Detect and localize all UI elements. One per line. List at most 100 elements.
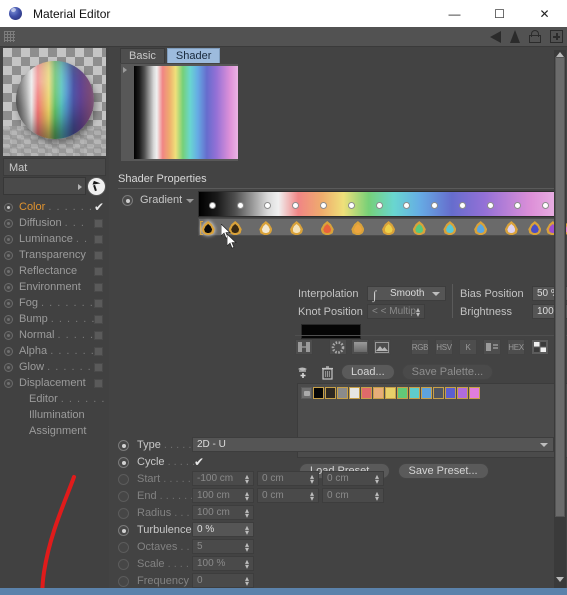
param-checkbox[interactable]: ✔ [194, 455, 204, 469]
gradient-sample-dot[interactable] [319, 202, 327, 209]
palette-swatch[interactable] [469, 387, 480, 399]
hsv-mode-button[interactable]: HSV [435, 339, 453, 355]
arrow-up-icon[interactable] [510, 30, 520, 43]
channel-row-diffusion[interactable]: Diffusion . . . [0, 215, 109, 231]
channel-row-fog[interactable]: Fog . . . . . . . . [0, 295, 109, 311]
param-dropdown[interactable]: 2D - U [192, 437, 554, 452]
palette-swatch[interactable] [445, 387, 456, 399]
mixer-mode-button[interactable] [483, 339, 501, 355]
channel-swatch[interactable] [94, 346, 103, 356]
channel-led[interactable] [4, 282, 13, 292]
channel-swatch[interactable] [94, 362, 103, 372]
hex-mode-button[interactable]: HEX [507, 339, 525, 355]
channel-led[interactable] [4, 202, 13, 212]
spinner-icon[interactable]: ▴ ▾ [244, 507, 250, 520]
spinner-icon[interactable]: ▴ ▾ [244, 558, 250, 571]
channel-swatch[interactable] [94, 266, 103, 276]
param-field[interactable]: 0 cm ▴ ▾ [322, 471, 384, 486]
gradient-knot[interactable] [228, 221, 242, 235]
palette-swatch[interactable] [385, 387, 396, 399]
panel-item-assignment[interactable]: Assignment [0, 423, 109, 439]
gradient-bar[interactable] [198, 191, 561, 217]
channel-swatch[interactable] [94, 314, 103, 324]
palette-swatch[interactable] [313, 387, 324, 399]
trash-icon[interactable] [321, 365, 334, 380]
channel-led[interactable] [4, 362, 13, 372]
gradient-sample-dot[interactable] [542, 202, 550, 209]
spinner-icon[interactable]: ▴ ▾ [374, 473, 380, 486]
tab-shader[interactable]: Shader [166, 48, 221, 63]
gradient-knot[interactable] [528, 221, 542, 235]
spinner-icon[interactable]: ▴ ▾ [244, 541, 250, 554]
plus-box-icon[interactable] [550, 30, 563, 43]
param-field[interactable]: 0 cm ▴ ▾ [322, 488, 384, 503]
channel-row-alpha[interactable]: Alpha . . . . . . [0, 343, 109, 359]
spinner-icon[interactable]: ▴ ▾ [244, 490, 250, 503]
close-button[interactable]: ✕ [522, 0, 567, 27]
new-swatch-icon[interactable] [297, 365, 314, 380]
gradient-knot[interactable] [504, 221, 518, 235]
gradient-knot[interactable] [290, 221, 304, 235]
param-enable-led[interactable] [118, 508, 129, 519]
channel-row-reflectance[interactable]: Reflectance [0, 263, 109, 279]
channel-swatch[interactable] [94, 218, 103, 228]
channel-checkmark[interactable]: ✔ [92, 200, 106, 214]
palette-swatch[interactable] [325, 387, 336, 399]
split-view-icon[interactable] [295, 339, 313, 355]
spinner-icon[interactable]: ▴ ▾ [309, 490, 315, 503]
palette-swatch[interactable] [457, 387, 468, 399]
channel-swatch[interactable] [94, 298, 103, 308]
palette-swatch[interactable] [361, 387, 372, 399]
spinner-icon[interactable]: ▴ ▾ [244, 524, 250, 537]
palette-swatch[interactable] [421, 387, 432, 399]
lock-open-icon[interactable] [529, 30, 541, 43]
gradient-sample-dot[interactable] [514, 202, 522, 209]
param-enable-led[interactable] [118, 440, 129, 451]
gradient-sample-dot[interactable] [347, 202, 355, 209]
channel-swatch[interactable] [94, 330, 103, 340]
shader-preview[interactable] [121, 64, 238, 161]
channel-swatch[interactable] [94, 378, 103, 388]
channel-led[interactable] [4, 346, 13, 356]
rgb-mode-button[interactable]: RGB [411, 339, 429, 355]
gradient-sample-dot[interactable] [486, 202, 494, 209]
spinner-icon[interactable]: ▴ ▾ [309, 473, 315, 486]
spinner-icon[interactable]: ▴ ▾ [415, 306, 421, 319]
palette-swatch[interactable] [397, 387, 408, 399]
param-enable-led[interactable] [118, 559, 129, 570]
kelvin-mode-button[interactable]: K [459, 339, 477, 355]
gradient-sample-dot[interactable] [292, 202, 300, 209]
param-field[interactable]: 100 % ▴ ▾ [192, 556, 254, 571]
gradient-knot[interactable] [201, 221, 215, 235]
spinner-icon[interactable]: ▴ ▾ [244, 473, 250, 486]
channel-led[interactable] [4, 266, 13, 276]
palette-swatch[interactable] [337, 387, 348, 399]
minimize-button[interactable]: — [432, 0, 477, 27]
channel-swatch[interactable] [94, 250, 103, 260]
swatches-mode-button[interactable] [531, 339, 549, 355]
channel-row-glow[interactable]: Glow . . . . . . . [0, 359, 109, 375]
channel-row-bump[interactable]: Bump . . . . . . [0, 311, 109, 327]
preview-expand-icon[interactable] [123, 67, 127, 73]
material-name-field[interactable]: Mat [3, 158, 106, 176]
search-input[interactable] [3, 177, 86, 195]
param-field[interactable]: 0 ▴ ▾ [192, 573, 254, 588]
spinner-icon[interactable]: ▴ ▾ [244, 575, 250, 588]
channel-row-luminance[interactable]: Luminance . . [0, 231, 109, 247]
load-palette-button[interactable]: Load... [341, 364, 395, 380]
panel-item-editor[interactable]: Editor . . . . . . [0, 391, 109, 407]
gradient-knot[interactable] [351, 221, 365, 235]
gradient-knot[interactable] [474, 221, 488, 235]
gradient-knot[interactable] [443, 221, 457, 235]
channel-row-normal[interactable]: Normal . . . . . [0, 327, 109, 343]
gradient-sample-dot[interactable] [264, 202, 272, 209]
panel-item-illumination[interactable]: Illumination [0, 407, 109, 423]
gradient-sample-dot[interactable] [208, 202, 216, 209]
gradient-knot[interactable] [320, 221, 334, 235]
material-preview[interactable] [3, 48, 106, 156]
vertical-scrollbar-thumb[interactable] [555, 57, 565, 517]
gradient-sample-dot[interactable] [458, 202, 466, 209]
color-wheel-icon[interactable] [329, 339, 347, 355]
channel-swatch[interactable] [94, 282, 103, 292]
palette-swatch[interactable] [349, 387, 360, 399]
